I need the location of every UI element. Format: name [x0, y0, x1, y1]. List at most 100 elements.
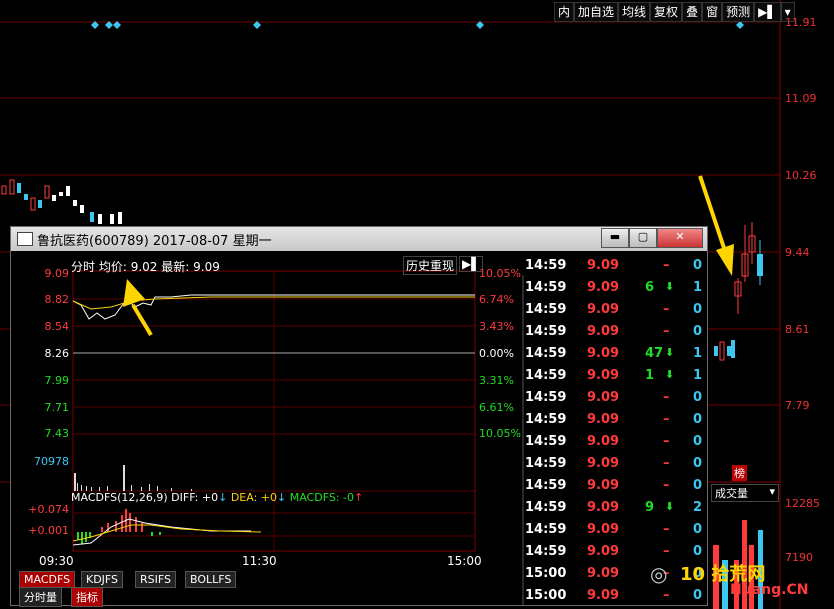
tick-row: 14:59 9.09 – 0 — [523, 409, 707, 431]
window-icon — [17, 232, 33, 246]
popup-pct-label: 10.05% — [479, 267, 521, 280]
last-price-value: 9.09 — [193, 260, 220, 274]
tick-price: 9.09 — [587, 280, 620, 295]
tick-count: 0 — [693, 390, 703, 405]
popup-pct-label: 10.05% — [479, 427, 521, 440]
last-price-label: 最新: — [161, 260, 190, 274]
wechat-icon: ◎ — [650, 562, 668, 586]
tick-price: 9.09 — [587, 588, 620, 603]
tab-bollfs[interactable]: BOLLFS — [185, 571, 237, 588]
avg-price-value: 9.02 — [130, 260, 158, 274]
volume-axis-label: 12285 — [785, 497, 820, 510]
popup-price-label: 7.43 — [44, 427, 70, 440]
tick-volume: – — [663, 478, 670, 493]
tick-volume: 9 — [645, 500, 655, 515]
tick-volume: – — [663, 456, 670, 471]
time-label: 11:30 — [242, 554, 277, 568]
tick-price: 9.09 — [587, 544, 620, 559]
tick-count: 0 — [693, 412, 703, 427]
macd-header: MACDFS(12,26,9) DIFF: +0↓ DEA: +0↓ MACDF… — [71, 491, 363, 504]
intraday-header: 分时 均价: 9.02 最新: 9.09 — [71, 258, 220, 275]
toolbar-overlay-button[interactable]: 叠 — [682, 2, 703, 22]
tick-time: 14:59 — [525, 390, 567, 405]
tab-kdjfs[interactable]: KDJFS — [81, 571, 124, 588]
popup-title: 鲁抗医药(600789) 2017-08-07 星期一 — [37, 233, 272, 249]
tick-time: 14:59 — [525, 302, 567, 317]
toolbar-add-favorite-button[interactable]: 加自选 — [574, 2, 619, 22]
volume-max-label: 70978 — [34, 455, 69, 468]
tick-time: 14:59 — [525, 258, 567, 273]
price-axis-label: 11.91 — [785, 16, 817, 29]
tick-count: 0 — [693, 478, 703, 493]
popup-pct-label: 3.31% — [479, 374, 514, 387]
tick-count: 0 — [693, 324, 703, 339]
arrow-down-icon: ⬇ — [665, 346, 675, 359]
macd-axis-label: +0.074 — [28, 503, 69, 516]
tick-volume: – — [663, 412, 670, 427]
macd-axis-label: +0.001 — [28, 524, 69, 537]
tick-count: 0 — [693, 302, 703, 317]
tab-indicator[interactable]: 指标 — [71, 587, 103, 607]
tick-price: 9.09 — [587, 456, 620, 471]
price-axis-label: 11.09 — [785, 92, 817, 105]
volume-selector[interactable]: 成交量 ▾ — [711, 484, 779, 502]
tick-count: 1 — [693, 368, 703, 383]
tick-time: 14:59 — [525, 500, 567, 515]
toolbar-forecast-button[interactable]: 预测 — [722, 2, 755, 22]
tick-volume: – — [663, 302, 670, 317]
arrow-up-icon: ↑ — [353, 491, 364, 504]
chevron-down-icon: ▾ — [769, 485, 775, 498]
tick-price: 9.09 — [587, 522, 620, 537]
close-button[interactable]: ✕ — [657, 228, 703, 248]
toolbar-ma-button[interactable]: 均线 — [618, 2, 651, 22]
toolbar-nei-button[interactable]: 内 — [554, 2, 575, 22]
yellow-arrow-left — [123, 279, 153, 337]
tick-time: 14:59 — [525, 324, 567, 339]
popup-price-label: 8.54 — [44, 320, 70, 333]
tab-fenshi-volume[interactable]: 分时量 — [19, 587, 62, 607]
price-axis-label: 7.79 — [785, 399, 810, 412]
fenshi-label: 分时 — [71, 260, 96, 274]
tick-volume: – — [663, 258, 670, 273]
tick-price: 9.09 — [587, 368, 620, 383]
tick-time: 14:59 — [525, 280, 567, 295]
tab-rsifs[interactable]: RSIFS — [135, 571, 176, 588]
history-replay-button[interactable]: 历史重现 — [403, 256, 458, 275]
intraday-popup-window[interactable]: 鲁抗医药(600789) 2017-08-07 星期一 ▬ ▢ ✕ 分时 均价:… — [10, 226, 708, 607]
rank-badge[interactable]: 榜 — [732, 465, 747, 481]
tick-time: 14:59 — [525, 434, 567, 449]
popup-price-label: 8.82 — [44, 293, 70, 306]
popup-price-label: 7.71 — [44, 401, 70, 414]
tick-time: 15:00 — [525, 588, 567, 603]
toolbar-window-button[interactable]: 窗 — [702, 2, 723, 22]
avg-price-label: 均价: — [98, 260, 127, 274]
arrow-down-icon: ⬇ — [665, 368, 675, 381]
price-axis-label: 8.61 — [785, 323, 810, 336]
tick-volume: – — [663, 390, 670, 405]
watermark-sub: Huang.CN — [730, 582, 809, 598]
tick-count: 0 — [693, 522, 703, 537]
tick-time: 14:59 — [525, 522, 567, 537]
tick-row: 14:59 9.09 1 ⬇ 1 — [523, 365, 707, 387]
popup-titlebar[interactable]: 鲁抗医药(600789) 2017-08-07 星期一 ▬ ▢ ✕ — [11, 227, 707, 251]
tick-price: 9.09 — [587, 566, 620, 581]
tick-volume: – — [663, 434, 670, 449]
tick-price: 9.09 — [587, 412, 620, 427]
maximize-button[interactable]: ▢ — [629, 228, 657, 248]
price-axis-label: 10.26 — [785, 169, 817, 182]
tick-price: 9.09 — [587, 258, 620, 273]
tick-time: 14:59 — [525, 368, 567, 383]
toolbar-end-icon[interactable]: ▶▌ — [754, 2, 781, 22]
macd-diff: DIFF: +0 — [171, 491, 219, 504]
tab-macdfs[interactable]: MACDFS — [19, 571, 76, 588]
tick-row: 14:59 9.09 6 ⬇ 1 — [523, 277, 707, 299]
tick-price: 9.09 — [587, 478, 620, 493]
macd-fs: MACDFS: -0 — [289, 491, 354, 504]
popup-price-label: 9.09 — [44, 267, 70, 280]
toolbar-adjust-button[interactable]: 复权 — [650, 2, 683, 22]
tick-time: 14:59 — [525, 544, 567, 559]
popup-price-label: 7.99 — [44, 374, 70, 387]
minimize-button[interactable]: ▬ — [601, 228, 629, 248]
tick-volume: – — [663, 522, 670, 537]
macd-name: MACDFS(12,26,9) — [71, 491, 168, 504]
